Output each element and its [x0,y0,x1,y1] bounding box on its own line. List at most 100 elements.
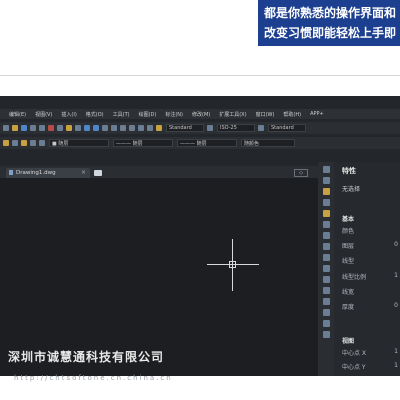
prop-label: 颜色 [342,228,355,235]
layer-manager-icon[interactable] [3,140,9,146]
copy-icon[interactable] [57,125,63,131]
trim-icon[interactable] [322,265,330,272]
open-folder-icon[interactable] [12,125,18,131]
array-icon[interactable] [322,210,330,217]
design-center-icon[interactable] [138,125,144,131]
table-style-select[interactable]: Standard [268,124,306,132]
paste-icon[interactable] [66,125,72,131]
text-style-icon [156,125,162,131]
stretch-icon[interactable] [322,254,330,261]
menu-extend-tools[interactable]: 扩展工具(X) [219,111,246,118]
close-icon[interactable]: × [81,169,86,176]
menu-tools[interactable]: 工具(T) [113,111,130,118]
prop-label: 厚度 [342,304,355,311]
preview-icon[interactable] [39,125,45,131]
prop-row-linetype-scale[interactable]: 线型比例 1 [342,272,398,281]
explode-icon[interactable] [322,331,330,338]
crosshair-pickbox [229,261,236,268]
linetype-select[interactable]: ——— 随层 [113,139,173,147]
prop-value: 1 [394,362,398,369]
section-view[interactable]: 视图 [342,336,354,345]
mirror-icon[interactable] [322,188,330,195]
prop-value: 1 [394,272,398,279]
chamfer-icon[interactable] [322,309,330,316]
redo-icon[interactable] [93,125,99,131]
lock-icon[interactable] [39,140,45,146]
scale-icon[interactable] [322,243,330,250]
lightbulb-icon[interactable] [21,140,27,146]
section-basic[interactable]: 基本 [342,214,354,223]
properties-icon[interactable] [129,125,135,131]
cut-icon[interactable] [48,125,54,131]
break-icon[interactable] [322,287,330,294]
prop-label: 线型比例 [342,274,367,281]
watermark-url: http://chtsoftone.cn.china.cn [14,374,173,382]
menu-modify[interactable]: 修改(M) [192,111,210,118]
join-icon[interactable] [322,298,330,305]
prop-value: 0 [394,241,398,248]
print-icon[interactable] [30,125,36,131]
offset-icon[interactable] [322,199,330,206]
prop-label: 线宽 [342,289,355,296]
standard-toolbar: Standard ISO-25 Standard [0,122,400,134]
prop-label: 中心点 Y [342,364,366,371]
prop-row-lineweight[interactable]: 线宽 [342,287,398,296]
prop-label: 图层 [342,243,355,250]
prop-row-color[interactable]: 颜色 [342,226,398,235]
modify-toolbar [318,162,334,376]
plot-style-select[interactable]: 随颜色 [241,139,295,147]
menu-window[interactable]: 窗口(W) [256,111,275,118]
banner-line-2: 改变习惯即能轻松上手即 [263,26,396,40]
prop-row-center-y[interactable]: 中心点 Y 1 [342,362,398,371]
layer-state-icon[interactable] [12,140,18,146]
dim-style-select[interactable]: ISO-25 [217,124,255,132]
menu-edit[interactable]: 编辑(E) [9,111,26,118]
menu-insert[interactable]: 插入(I) [61,111,76,118]
prop-value: 0 [394,302,398,309]
sun-icon[interactable] [30,140,36,146]
move-icon[interactable] [322,221,330,228]
menu-dimension[interactable]: 标注(N) [165,111,183,118]
banner-line-1: 都是你熟悉的操作界面和 [263,6,396,20]
menu-format[interactable]: 格式(O) [86,111,104,118]
layers-toolbar: ■ 随层 ——— 随层 ——— 随层 随颜色 [0,137,400,149]
prop-value: 1 [394,348,398,355]
save-icon[interactable] [21,125,27,131]
new-file-icon[interactable] [3,125,9,131]
prop-row-center-x[interactable]: 中心点 X 1 [342,348,398,357]
properties-panel: 特性 无选择 基本 颜色 图层 0 线型 线型比例 1 线宽 厚度 0 视图 中… [334,162,400,376]
dwg-file-icon [9,170,13,175]
divider [0,75,400,76]
menu-help[interactable]: 帮助(H) [283,111,301,118]
match-properties-icon[interactable] [75,125,81,131]
menu-view[interactable]: 视图(V) [35,111,52,118]
extend-icon[interactable] [322,276,330,283]
selection-dropdown[interactable]: 无选择 [342,184,360,193]
menu-draw[interactable]: 绘图(D) [139,111,157,118]
color-select[interactable]: ■ 随层 [49,139,109,147]
copy-object-icon[interactable] [322,177,330,184]
lineweight-select[interactable]: ——— 随层 [177,139,237,147]
dim-style-icon [207,125,213,131]
menu-app[interactable]: APP+ [310,111,324,117]
new-tab-icon[interactable] [94,170,102,176]
undo-icon[interactable] [84,125,90,131]
prop-row-thickness[interactable]: 厚度 0 [342,302,398,311]
erase-icon[interactable] [322,166,330,173]
text-style-select[interactable]: Standard [166,124,204,132]
tab-drawing1[interactable]: Drawing1.dwg × [6,168,90,178]
zoom-icon[interactable] [111,125,117,131]
panel-toggle-icon[interactable]: ◇ [294,169,308,177]
prop-label: 线型 [342,258,355,265]
promo-banner: 都是你熟悉的操作界面和 改变习惯即能轻松上手即 [258,0,400,46]
pan-icon[interactable] [102,125,108,131]
drawing-canvas[interactable] [0,178,318,376]
prop-row-layer[interactable]: 图层 0 [342,241,398,250]
prop-row-linetype[interactable]: 线型 [342,256,398,265]
fillet-icon[interactable] [322,320,330,327]
rotate-icon[interactable] [322,232,330,239]
tab-label: Drawing1.dwg [16,170,56,176]
zoom-window-icon[interactable] [120,125,126,131]
calculator-icon[interactable] [147,125,153,131]
watermark-company: 深圳市诚慧通科技有限公司 [8,350,165,364]
